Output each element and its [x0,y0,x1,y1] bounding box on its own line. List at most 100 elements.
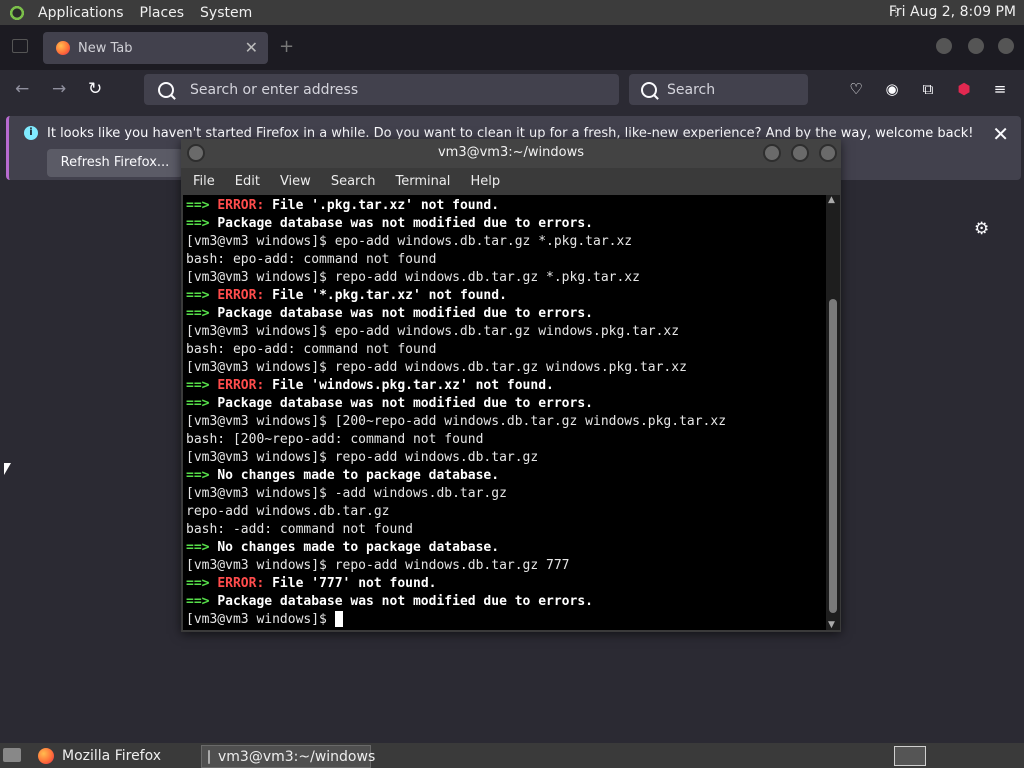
taskbar-label: Mozilla Firefox [62,747,162,764]
hamburger-menu-icon[interactable]: ≡ [991,80,1009,98]
terminal-line: bash: epo-add: command not found [186,251,826,269]
terminal-window: vm3@vm3:~/windows File Edit View Search … [181,139,841,632]
settings-gear-icon[interactable]: ⚙ [974,219,989,239]
error-tag: ERROR: [217,378,265,393]
arrow-marker: ==> [186,396,218,411]
text-cursor [334,611,343,627]
arrow-marker: ==> [186,198,218,213]
terminal-line: ==> Package database was not modified du… [186,593,826,611]
reload-icon[interactable]: ↻ [88,79,102,99]
maximize-window-button[interactable] [968,38,984,54]
scrollbar-thumb[interactable] [829,299,837,613]
message-text: File '.pkg.tar.xz' not found. [264,198,500,213]
terminal-line: bash: epo-add: command not found [186,341,826,359]
terminal-scrollbar[interactable]: ▲ ▼ [826,195,840,630]
terminal-text: [vm3@vm3 windows]$ epo-add windows.db.ta… [186,234,633,249]
new-tab-icon[interactable]: + [279,36,294,57]
account-icon[interactable]: ◉ [883,80,901,98]
menu-file[interactable]: File [193,174,215,189]
message-text: File '777' not found. [264,576,437,591]
terminal-line: [vm3@vm3 windows]$ [200~repo-add windows… [186,413,826,431]
taskbar-label: vm3@vm3:~/windows [218,748,376,765]
terminal-line: bash: [200~repo-add: command not found [186,431,826,449]
terminal-line: [vm3@vm3 windows]$ epo-add windows.db.ta… [186,233,826,251]
terminal-text: bash: epo-add: command not found [186,342,437,357]
taskbar-item-firefox[interactable]: Mozilla Firefox [32,745,197,766]
terminal-line: bash: -add: command not found [186,521,826,539]
terminal-text: bash: [200~repo-add: command not found [186,432,484,447]
search-icon [641,81,657,98]
close-tab-icon[interactable]: ✕ [245,38,258,57]
minimize-button[interactable] [763,144,781,162]
shell-prompt: [vm3@vm3 windows]$ [186,612,335,627]
close-window-button[interactable] [998,38,1014,54]
search-bar[interactable]: Search [629,74,808,105]
applications-menu[interactable]: Applications [34,5,128,21]
terminal-line: [vm3@vm3 windows]$ repo-add windows.db.t… [186,557,826,575]
arrow-marker: ==> [186,288,218,303]
top-panel: Applications Places System ⋮ Fri Aug 2, … [0,0,1024,25]
close-notification-icon[interactable]: ✕ [992,122,1009,146]
show-desktop-icon[interactable] [3,748,21,762]
terminal-line: [vm3@vm3 windows]$ epo-add windows.db.ta… [186,323,826,341]
scroll-down-icon[interactable]: ▼ [828,620,835,630]
menu-edit[interactable]: Edit [235,174,260,189]
workspace-switcher[interactable] [894,746,926,766]
scroll-up-icon[interactable]: ▲ [828,195,835,205]
terminal-line: ==> ERROR: File '*.pkg.tar.xz' not found… [186,287,826,305]
arrow-marker: ==> [186,540,218,555]
terminal-text: [vm3@vm3 windows]$ repo-add windows.db.t… [186,360,687,375]
distro-logo-icon[interactable] [8,3,26,22]
message-text: No changes made to package database. [217,540,500,555]
terminal-line: ==> Package database was not modified du… [186,305,826,323]
terminal-line: repo-add windows.db.tar.gz [186,503,826,521]
tab-new-tab[interactable]: New Tab ✕ [43,32,268,64]
system-menu[interactable]: System [196,5,256,21]
maximize-button[interactable] [791,144,809,162]
terminal-menubar: File Edit View Search Terminal Help [181,168,841,195]
menu-terminal[interactable]: Terminal [395,174,450,189]
terminal-text: [vm3@vm3 windows]$ [200~repo-add windows… [186,414,727,429]
error-tag: ERROR: [217,198,265,213]
arrow-marker: ==> [186,576,218,591]
terminal-text: [vm3@vm3 windows]$ repo-add windows.db.t… [186,558,570,573]
forward-icon[interactable]: → [52,79,66,99]
minimize-window-button[interactable] [936,38,952,54]
message-text: No changes made to package database. [217,468,500,483]
tab-list-icon[interactable] [12,39,28,53]
arrow-marker: ==> [186,216,218,231]
search-icon [158,81,174,98]
terminal-text: [vm3@vm3 windows]$ -add windows.db.tar.g… [186,486,507,501]
terminal-line: ==> Package database was not modified du… [186,215,826,233]
terminal-output[interactable]: ==> ERROR: File '.pkg.tar.xz' not found.… [183,195,826,630]
terminal-titlebar[interactable]: vm3@vm3:~/windows [181,139,841,168]
clock[interactable]: Fri Aug 2, 8:09 PM [889,4,1016,20]
refresh-firefox-button[interactable]: Refresh Firefox... [47,149,183,177]
menu-help[interactable]: Help [470,174,500,189]
terminal-line: ==> ERROR: File 'windows.pkg.tar.xz' not… [186,377,826,395]
terminal-line: ==> ERROR: File '.pkg.tar.xz' not found. [186,197,826,215]
error-tag: ERROR: [217,576,265,591]
bottom-taskbar: Mozilla Firefox vm3@vm3:~/windows [0,743,1024,768]
places-menu[interactable]: Places [136,5,189,21]
mouse-pointer-icon [4,463,11,475]
url-bar[interactable]: Search or enter address [144,74,619,105]
terminal-line: ==> No changes made to package database. [186,467,826,485]
firefox-icon [38,747,54,764]
menu-view[interactable]: View [280,174,311,189]
terminal-text: bash: epo-add: command not found [186,252,437,267]
search-placeholder: Search [667,81,716,98]
pocket-icon[interactable]: ♡ [847,80,865,98]
terminal-title: vm3@vm3:~/windows [437,145,584,160]
taskbar-item-terminal[interactable]: vm3@vm3:~/windows [201,745,375,768]
ublock-origin-icon[interactable]: ⬢ [955,80,973,98]
info-icon: i [24,126,38,140]
terminal-line: ==> No changes made to package database. [186,539,826,557]
close-button[interactable] [819,144,837,162]
extensions-icon[interactable]: ⧉ [919,80,937,98]
terminal-text: [vm3@vm3 windows]$ repo-add windows.db.t… [186,270,640,285]
back-icon[interactable]: ← [15,79,29,99]
terminal-line: [vm3@vm3 windows]$ [186,611,826,629]
menu-search[interactable]: Search [331,174,376,189]
terminal-line: [vm3@vm3 windows]$ repo-add windows.db.t… [186,359,826,377]
